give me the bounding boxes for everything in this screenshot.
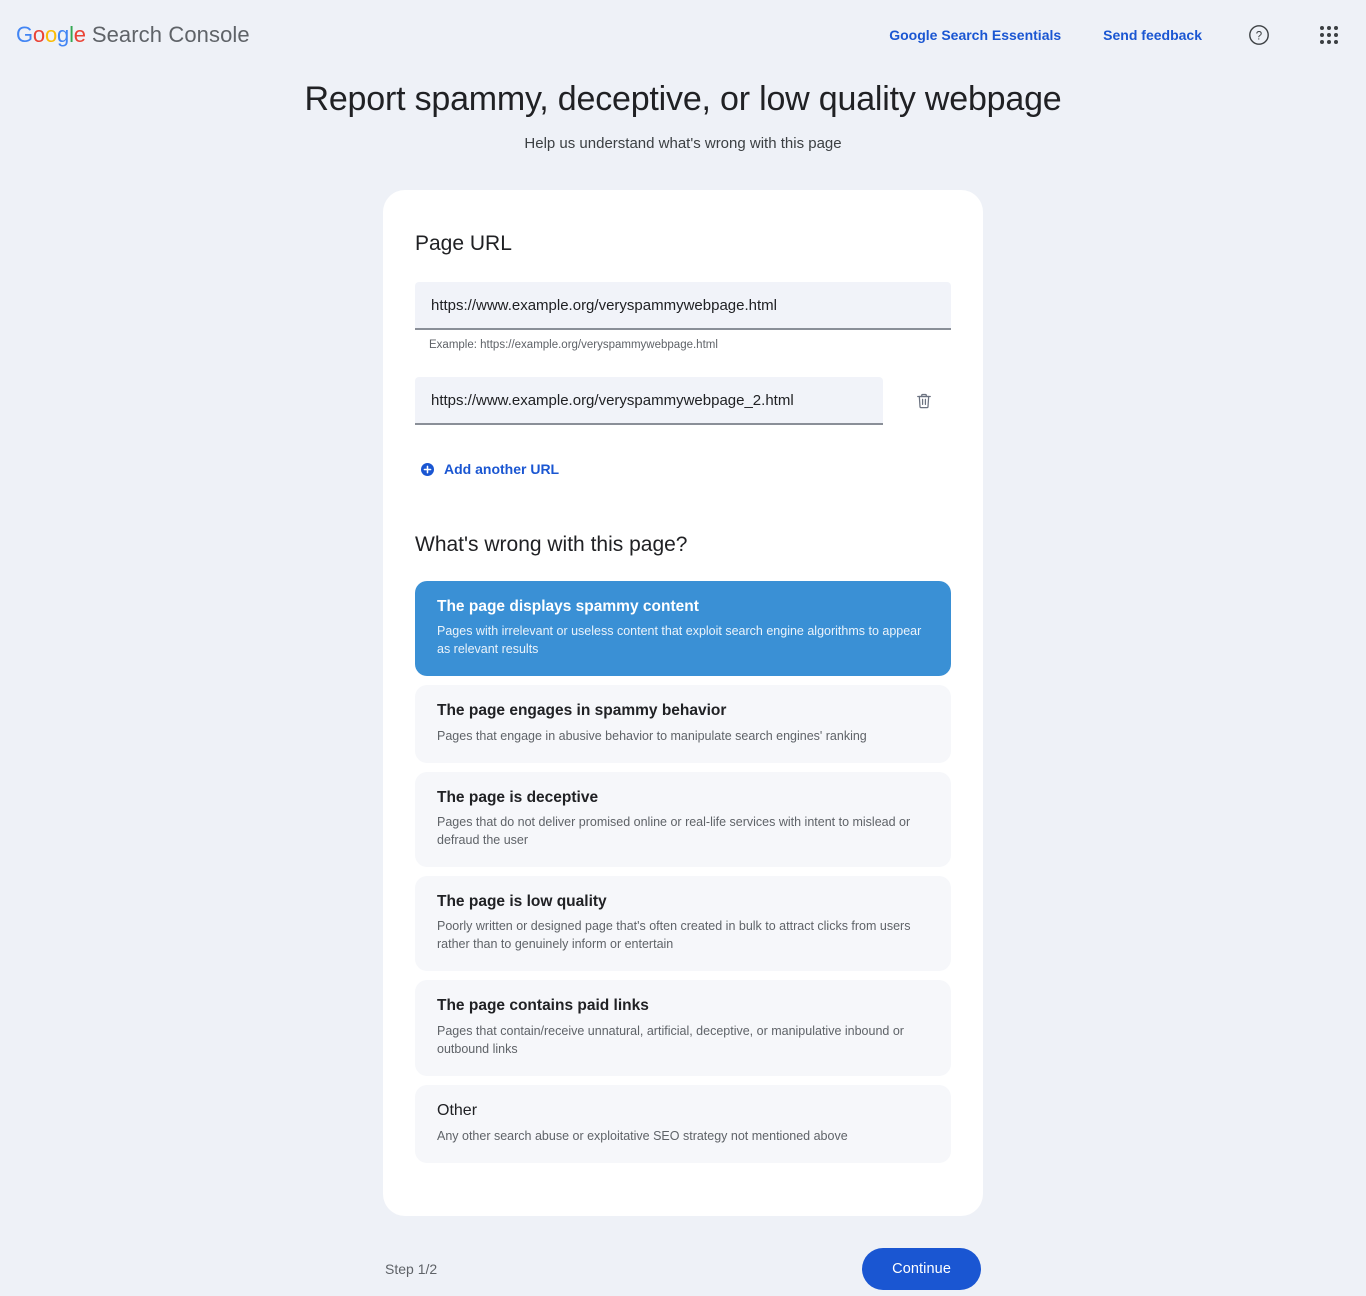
url-row-2 <box>415 377 951 425</box>
issue-option-title: The page contains paid links <box>437 997 649 1015</box>
issue-section-title: What's wrong with this page? <box>415 533 688 556</box>
page-subtitle: Help us understand what's wrong with thi… <box>524 135 842 152</box>
issue-option-description: Pages that engage in abusive behavior to… <box>437 728 867 743</box>
issue-option-other[interactable]: Other Any other search abuse or exploita… <box>415 1084 951 1163</box>
issue-option-description: Pages that contain/receive unnatural, ar… <box>437 1023 904 1056</box>
add-another-url-button[interactable]: Add another URL <box>415 461 559 477</box>
url-row-1 <box>415 282 951 330</box>
page-url-hint: Example: https://example.org/veryspammyw… <box>429 339 718 351</box>
issue-option-low-quality[interactable]: The page is low quality Poorly written o… <box>415 876 951 972</box>
step-indicator: Step 1/2 <box>385 1260 438 1277</box>
send-feedback-link[interactable]: Send feedback <box>1103 27 1202 43</box>
page-url-section-title: Page URL <box>415 232 512 255</box>
issue-option-description: Any other search abuse or exploitative S… <box>437 1128 848 1143</box>
brand-logo: Google Search Console <box>16 22 250 48</box>
apps-grid-icon[interactable] <box>1316 22 1342 48</box>
form-footer: Step 1/2 Continue <box>383 1247 983 1290</box>
issue-option-deceptive[interactable]: The page is deceptive Pages that do not … <box>415 771 951 868</box>
report-form-card: Page URL Example: https://example.org/ve… <box>383 190 983 1216</box>
issue-option-title: Other <box>437 1101 478 1119</box>
plus-circle-icon <box>421 462 434 476</box>
issue-option-title: The page is deceptive <box>437 788 599 806</box>
issue-option-spammy-behavior[interactable]: The page engages in spammy behavior Page… <box>415 685 951 763</box>
page-url-input-1[interactable] <box>415 282 951 330</box>
google-wordmark: Google <box>16 22 86 47</box>
add-another-url-label: Add another URL <box>444 461 560 477</box>
svg-text:?: ? <box>1256 30 1262 42</box>
product-name: Search Console <box>91 22 250 47</box>
issue-option-description: Poorly written or designed page that's o… <box>437 919 911 952</box>
issue-option-title: The page engages in spammy behavior <box>437 702 727 720</box>
issue-option-spammy-content[interactable]: The page displays spammy content Pages w… <box>415 581 951 677</box>
issue-option-title: The page is low quality <box>437 893 607 911</box>
issue-option-paid-links[interactable]: The page contains paid links Pages that … <box>415 980 951 1076</box>
page-title: Report spammy, deceptive, or low quality… <box>304 80 1062 118</box>
page-url-input-2[interactable] <box>415 377 883 425</box>
trash-icon[interactable] <box>909 386 939 416</box>
issue-option-title: The page displays spammy content <box>437 598 699 615</box>
field-spacer <box>415 351 951 377</box>
continue-button[interactable]: Continue <box>862 1247 981 1290</box>
issue-option-description: Pages that do not deliver promised onlin… <box>437 814 911 847</box>
help-circle-icon[interactable]: ? <box>1246 22 1272 48</box>
app-header: Google Search Console Google Search Esse… <box>0 0 1366 70</box>
issue-option-description: Pages with irrelevant or useless content… <box>437 624 922 657</box>
google-search-essentials-link[interactable]: Google Search Essentials <box>889 27 1061 43</box>
apps-grid-dots <box>1320 26 1338 44</box>
